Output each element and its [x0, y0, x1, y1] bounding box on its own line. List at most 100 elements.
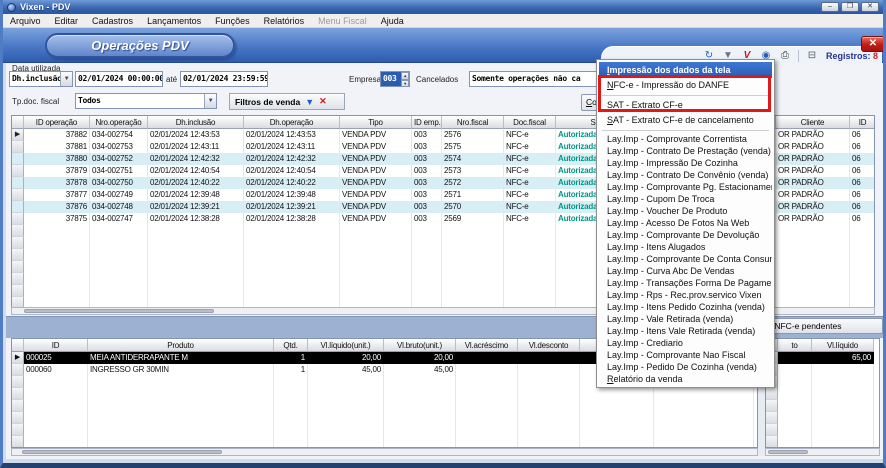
date-to-input[interactable]: 02/01/2024 23:59:59	[180, 71, 268, 87]
cell: 02/01/2024 12:39:21	[244, 201, 340, 213]
menubar-item-ajuda[interactable]: Ajuda	[374, 14, 411, 27]
cell: OR PADRÃO	[776, 141, 850, 153]
menubar-item-lan-amentos[interactable]: Lançamentos	[140, 14, 208, 27]
column-header[interactable]: Vl.acréscimo	[456, 339, 518, 352]
column-header[interactable]: Dh.inclusão	[148, 116, 244, 129]
column-header[interactable]: ID emp.	[412, 116, 442, 129]
tab-operacoes-pdv[interactable]: Operações PDV	[45, 33, 235, 58]
column-header[interactable]: Doc.fiscal	[504, 116, 556, 129]
empty-cell	[654, 412, 754, 424]
empty-cell	[456, 400, 518, 412]
menu-item-lay-imp-itens-alugados[interactable]: Lay.Imp - Itens Alugados	[599, 241, 772, 253]
column-header[interactable]: Vl.líquido(unit.)	[308, 339, 384, 352]
empty-cell	[340, 273, 412, 285]
menu-item-relat-rio-da-venda[interactable]: Relatório da venda	[599, 373, 772, 385]
empresa-input[interactable]: 003 ▲▼	[380, 71, 410, 87]
cell: 000060	[24, 364, 88, 376]
menu-item-lay-imp-curva-abc-de-vendas[interactable]: Lay.Imp - Curva Abc De Vendas	[599, 265, 772, 277]
column-header[interactable]: Qtd.	[274, 339, 308, 352]
close-button[interactable]: ✕	[861, 2, 879, 12]
cell: 20,00	[384, 352, 456, 364]
totals-panel-hscrollbar[interactable]	[765, 448, 880, 456]
filtros-venda-panel: Filtros de venda ▼ ✕	[229, 93, 345, 110]
cell: 2572	[442, 177, 504, 189]
cell: VENDA PDV	[340, 165, 412, 177]
menu-item-lay-imp-voucher-de-produto[interactable]: Lay.Imp - Voucher De Produto	[599, 205, 772, 217]
menu-item-lay-imp-rps-rec-prov-servico-vixen[interactable]: Lay.Imp - Rps - Rec.prov.servico Vixen	[599, 289, 772, 301]
empty-row	[766, 364, 880, 376]
empty-cell	[90, 261, 148, 273]
menubar-item-cadastros[interactable]: Cadastros	[85, 14, 140, 27]
column-header[interactable]: to	[778, 339, 812, 352]
column-header[interactable]: ID	[850, 116, 875, 129]
cell: VENDA PDV	[340, 201, 412, 213]
row-selector	[12, 165, 24, 177]
empresa-spinner[interactable]: ▲▼	[401, 72, 409, 86]
cell: 02/01/2024 12:38:28	[244, 213, 340, 225]
printer-icon[interactable]: ⎙	[777, 49, 793, 63]
empty-cell	[504, 237, 556, 249]
menu-item-lay-imp-comprovante-correntista[interactable]: Lay.Imp - Comprovante Correntista	[599, 133, 772, 145]
empty-cell	[244, 225, 340, 237]
filter-funnel-icon[interactable]: ▼	[305, 97, 314, 107]
chevron-down-icon[interactable]: ▼	[204, 94, 216, 108]
column-header[interactable]: Tipo	[340, 116, 412, 129]
column-header[interactable]: Nro.fiscal	[442, 116, 504, 129]
window-title: Vixen - PDV	[20, 2, 70, 12]
column-header[interactable]: ID	[24, 339, 88, 352]
cell: 06	[850, 129, 875, 141]
menu-item-lay-imp-crediario[interactable]: Lay.Imp - Crediario	[599, 337, 772, 349]
empty-cell	[308, 376, 384, 388]
cell: 02/01/2024 12:39:21	[148, 201, 244, 213]
empty-cell	[504, 249, 556, 261]
menu-separator	[599, 128, 772, 133]
minimize-button[interactable]: –	[821, 2, 839, 12]
menu-item-lay-imp-acesso-de-fotos-na-web[interactable]: Lay.Imp - Acesso De Fotos Na Web	[599, 217, 772, 229]
clear-filter-icon[interactable]: ✕	[319, 96, 327, 107]
tp-doc-fiscal-select[interactable]: Todos▼	[75, 93, 217, 109]
menu-item-lay-imp-pedido-de-cozinha-venda[interactable]: Lay.Imp - Pedido De Cozinha (venda)	[599, 361, 772, 373]
table-row[interactable]: ▶65,00	[766, 352, 880, 364]
column-header[interactable]: Cliente	[776, 116, 850, 129]
menubar-item-editar[interactable]: Editar	[48, 14, 86, 27]
cell: 06	[850, 201, 875, 213]
menu-item-lay-imp-contrato-de-presta-o-venda[interactable]: Lay.Imp - Contrato De Prestação (venda)	[599, 145, 772, 157]
menu-item-lay-imp-comprovante-de-devolu-o[interactable]: Lay.Imp - Comprovante De Devolução	[599, 229, 772, 241]
chevron-down-icon[interactable]: ▼	[60, 72, 72, 86]
date-field-selector[interactable]: Dh.inclusão▼	[9, 71, 73, 87]
database-icon[interactable]: ⊟	[804, 49, 820, 63]
maximize-button[interactable]: ❐	[841, 2, 859, 12]
menu-item-lay-imp-cupom-de-troca[interactable]: Lay.Imp - Cupom De Troca	[599, 193, 772, 205]
date-from-input[interactable]: 02/01/2024 00:00:00	[75, 71, 163, 87]
menu-item-lay-imp-itens-vale-retirada-venda[interactable]: Lay.Imp - Itens Vale Retirada (venda)	[599, 325, 772, 337]
empty-cell	[850, 249, 875, 261]
empty-cell	[850, 273, 875, 285]
menu-item-lay-imp-vale-retirada-venda[interactable]: Lay.Imp - Vale Retirada (venda)	[599, 313, 772, 325]
menu-item-lay-imp-comprovante-nao-fiscal[interactable]: Lay.Imp - Comprovante Nao Fiscal	[599, 349, 772, 361]
column-header[interactable]: Dh.operação	[244, 116, 340, 129]
column-header[interactable]: Vl.bruto(unit.)	[384, 339, 456, 352]
column-header[interactable]: Vl.desconto	[518, 339, 580, 352]
menu-item-lay-imp-comprovante-de-conta-consumo[interactable]: Lay.Imp - Comprovante De Conta Consumo	[599, 253, 772, 265]
menubar-item-arquivo[interactable]: Arquivo	[3, 14, 48, 27]
column-header[interactable]: Vl.líquido	[812, 339, 874, 352]
menu-item-sat-extrato-cf-e-de-cancelamento[interactable]: SAT - Extrato CF-e de cancelamento	[599, 113, 772, 128]
column-header[interactable]: Nro.operação	[90, 116, 148, 129]
items-grid-hscrollbar[interactable]	[11, 448, 758, 456]
menubar-item-relat-rios[interactable]: Relatórios	[257, 14, 312, 27]
menubar-item-fun-es[interactable]: Funções	[208, 14, 257, 27]
column-header[interactable]: Produto	[88, 339, 274, 352]
menu-item-lay-imp-comprovante-pg-estacionamento[interactable]: Lay.Imp - Comprovante Pg. Estacionamento	[599, 181, 772, 193]
menu-item-lay-imp-itens-pedido-cozinha-venda[interactable]: Lay.Imp - Itens Pedido Cozinha (venda)	[599, 301, 772, 313]
cell: NFC-e	[504, 213, 556, 225]
close-view-button[interactable]: ✕	[861, 36, 885, 52]
empty-cell	[24, 237, 90, 249]
column-header[interactable]: ID operação	[24, 116, 90, 129]
menu-item-lay-imp-contrato-de-conv-nio-venda[interactable]: Lay.Imp - Contrato De Convênio (venda)	[599, 169, 772, 181]
empty-cell	[384, 376, 456, 388]
empty-cell	[308, 388, 384, 400]
empty-cell	[442, 273, 504, 285]
menu-item-lay-imp-transa-es-forma-de-pagamento[interactable]: Lay.Imp - Transações Forma De Pagamento	[599, 277, 772, 289]
empty-cell	[340, 237, 412, 249]
menu-item-lay-imp-impress-o-de-cozinha[interactable]: Lay.Imp - Impressão De Cozinha	[599, 157, 772, 169]
